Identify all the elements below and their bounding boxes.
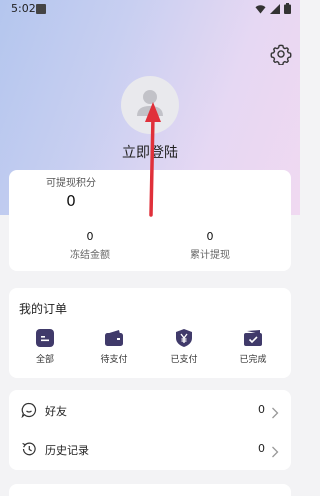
frozen-amount-value: 0: [86, 230, 94, 243]
order-tab-all[interactable]: 全部: [20, 328, 70, 365]
menu-item-count: 0: [258, 442, 265, 455]
status-icons: [255, 3, 291, 14]
chevron-right-icon: [271, 443, 279, 458]
menu-item-friends[interactable]: 好友 0: [9, 392, 291, 428]
order-tab-label: 待支付: [100, 355, 128, 365]
withdrawable-points-value[interactable]: 0: [39, 192, 103, 210]
cumulative-withdrawal[interactable]: 0 累计提现: [165, 230, 255, 261]
user-avatar[interactable]: [121, 76, 179, 134]
status-time: 5:02: [11, 2, 36, 15]
login-link[interactable]: 立即登陆: [0, 142, 300, 162]
settings-gear-icon[interactable]: [270, 43, 292, 66]
order-tab-label: 已完成: [239, 355, 267, 365]
status-bar: 5:02: [0, 0, 300, 18]
order-tab-completed[interactable]: 已完成: [228, 328, 278, 365]
points-card: 可提现积分 0 0 冻结金额 0 累计提现: [9, 170, 291, 271]
battery-icon: [284, 3, 291, 14]
completed-folder-icon: [243, 328, 263, 348]
wifi-icon: [255, 4, 266, 13]
cumulative-withdrawal-label: 累计提现: [190, 250, 230, 261]
menu-card: 好友 0 历史记录 0: [9, 390, 291, 470]
chat-icon: [21, 402, 37, 419]
wallet-icon: [104, 328, 124, 348]
menu-item-label: 好友: [45, 405, 67, 418]
my-orders-card: 我的订单 全部 待支付 已支付 已完成: [9, 288, 291, 378]
all-orders-icon: [35, 328, 55, 348]
menu-item-history[interactable]: 历史记录 0: [9, 431, 291, 467]
history-icon: [21, 441, 37, 457]
bottom-card-edge: [9, 484, 291, 496]
order-tab-label: 已支付: [170, 355, 198, 365]
menu-item-label: 历史记录: [45, 444, 89, 457]
order-tab-paid[interactable]: 已支付: [159, 328, 209, 365]
frozen-amount-label: 冻结金额: [70, 250, 110, 261]
yen-shield-icon: [174, 328, 194, 348]
signal-icon: [270, 3, 280, 14]
default-avatar-icon: [137, 90, 163, 116]
order-tab-pending-payment[interactable]: 待支付: [89, 328, 139, 365]
withdrawable-points-label: 可提现积分: [46, 178, 96, 189]
menu-item-count: 0: [258, 403, 265, 416]
my-orders-title: 我的订单: [19, 302, 68, 316]
chevron-right-icon: [271, 404, 279, 419]
frozen-amount[interactable]: 0 冻结金额: [45, 230, 135, 261]
order-tab-label: 全部: [35, 355, 54, 365]
notification-icon: [36, 4, 46, 14]
cumulative-withdrawal-value: 0: [206, 230, 214, 243]
